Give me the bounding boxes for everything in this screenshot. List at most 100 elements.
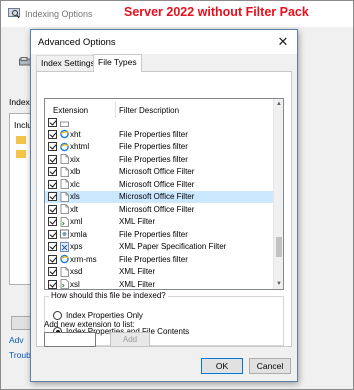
- list-item[interactable]: [45, 118, 273, 128]
- xml-icon: [60, 279, 69, 289]
- list-item[interactable]: xml XML Filter: [45, 216, 273, 229]
- xml-icon: [60, 216, 69, 227]
- advanced-options-dialog: Advanced Options ✕ Index Settings File T…: [30, 29, 298, 382]
- indexing-options-icon: [8, 8, 20, 19]
- checkbox-checked[interactable]: [48, 254, 57, 264]
- file-icon: [60, 154, 69, 164]
- partial-icon: [60, 117, 69, 127]
- radio-button[interactable]: [53, 311, 62, 320]
- scroll-down-arrow-icon[interactable]: ▼: [274, 279, 283, 289]
- list-header: Extension Filter Description: [45, 99, 273, 121]
- filter-description-cell: XML Paper Specification Filter: [119, 242, 227, 251]
- extension-cell: xls: [70, 192, 80, 201]
- checkbox-checked[interactable]: [48, 242, 57, 251]
- list-item[interactable]: xps XML Paper Specification Filter: [45, 241, 273, 254]
- extension-cell: xsl: [70, 279, 80, 289]
- checkbox-checked[interactable]: [48, 142, 57, 151]
- radio-label: Index Properties Only: [66, 311, 143, 320]
- list-item[interactable]: xsd XML Filter: [45, 266, 273, 279]
- filter-description-cell: File Properties filter: [119, 229, 188, 239]
- checkbox-checked[interactable]: [48, 118, 57, 127]
- checkbox-checked[interactable]: [48, 154, 57, 164]
- file-icon: [60, 266, 69, 277]
- checkbox-checked[interactable]: [48, 204, 57, 214]
- checkbox-checked[interactable]: [48, 192, 57, 201]
- filter-description-cell: File Properties filter: [119, 154, 188, 164]
- filter-description-cell: Microsoft Office Filter: [119, 204, 195, 214]
- file-icon: [60, 204, 69, 214]
- dialog-titlebar: Advanced Options ✕: [31, 30, 297, 54]
- list-item[interactable]: xix File Properties filter: [45, 153, 273, 166]
- checkbox-checked[interactable]: [48, 267, 57, 276]
- filter-description-cell: File Properties filter: [119, 142, 188, 151]
- add-extension-input[interactable]: [44, 332, 96, 347]
- extension-cell: xrm-ms: [70, 254, 97, 264]
- filter-description-cell: Microsoft Office Filter: [119, 167, 195, 176]
- extension-cell: xlb: [70, 167, 81, 176]
- ie-icon: [60, 254, 69, 264]
- list-item[interactable]: xsl XML Filter: [45, 278, 273, 289]
- checkbox-checked[interactable]: [48, 167, 57, 176]
- folder-icon: [16, 150, 26, 158]
- add-extension-label: Add new extension to list:: [44, 320, 135, 329]
- checkbox-checked[interactable]: [48, 217, 57, 226]
- checkbox-checked[interactable]: [48, 129, 57, 139]
- checkbox-checked[interactable]: [48, 229, 57, 239]
- cancel-button[interactable]: Cancel: [249, 358, 291, 374]
- scrollbar-thumb[interactable]: [276, 237, 282, 257]
- file-icon: [60, 166, 69, 177]
- close-icon[interactable]: ✕: [275, 34, 291, 50]
- filter-description-cell: XML Filter: [119, 279, 156, 289]
- extension-cell: xlc: [70, 179, 80, 189]
- column-header-extension[interactable]: Extension: [53, 106, 88, 115]
- extension-cell: xml: [70, 217, 83, 226]
- scroll-up-arrow-icon[interactable]: ▲: [274, 99, 283, 109]
- ie-icon: [60, 129, 69, 139]
- extension-cell: xmla: [70, 229, 87, 239]
- index-these-locations-label: Index: [9, 97, 30, 107]
- xmla-icon: [60, 229, 69, 239]
- index-method-label: How should this file be indexed?: [49, 291, 168, 300]
- extension-cell: xsd: [70, 267, 83, 276]
- annotation-overlay-text: Server 2022 without Filter Pack: [124, 5, 309, 19]
- troubleshoot-link[interactable]: Troub: [9, 350, 31, 360]
- filter-description-cell: XML Filter: [119, 267, 156, 276]
- list-item[interactable]: xls Microsoft Office Filter: [45, 190, 273, 203]
- tab-file-types[interactable]: File Types: [93, 54, 142, 72]
- list-item[interactable]: xhtml File Properties filter: [45, 141, 273, 154]
- folder-icon: [16, 136, 26, 144]
- list-item[interactable]: xmla File Properties filter: [45, 228, 273, 241]
- list-scrollbar[interactable]: ▲ ▼: [273, 99, 283, 289]
- tab-index-settings[interactable]: Index Settings: [36, 55, 100, 71]
- add-button[interactable]: Add: [110, 332, 150, 347]
- list-item[interactable]: xlc Microsoft Office Filter: [45, 178, 273, 191]
- file-icon: [60, 179, 69, 189]
- file-types-rows: xht File Properties filter xhtml File Prope…: [45, 118, 273, 289]
- filter-description-cell: File Properties filter: [119, 129, 188, 139]
- ok-button[interactable]: OK: [201, 358, 243, 374]
- file-icon: [60, 191, 69, 202]
- ie-icon: [60, 142, 69, 152]
- list-item[interactable]: xlb Microsoft Office Filter: [45, 166, 273, 179]
- column-header-filter-description[interactable]: Filter Description: [119, 106, 179, 115]
- dialog-title: Advanced Options: [38, 37, 116, 48]
- list-item[interactable]: xrm-ms File Properties filter: [45, 253, 273, 266]
- extension-cell: xps: [70, 242, 83, 251]
- indexing-options-title: Indexing Options: [25, 9, 93, 19]
- advanced-link[interactable]: Adv: [9, 335, 24, 345]
- checkbox-checked[interactable]: [48, 279, 57, 289]
- file-types-list[interactable]: Extension Filter Description xht File Pro…: [44, 98, 284, 290]
- extension-cell: xht: [70, 129, 81, 139]
- list-item[interactable]: xlt Microsoft Office Filter: [45, 203, 273, 216]
- extension-cell: xhtml: [70, 142, 90, 151]
- filter-description-cell: Microsoft Office Filter: [119, 192, 195, 201]
- extension-cell: xix: [70, 154, 80, 164]
- checkbox-checked[interactable]: [48, 179, 57, 189]
- file-types-panel: Extension Filter Description xht File Pro…: [36, 71, 292, 347]
- extension-cell: xlt: [70, 204, 78, 214]
- column-separator: [115, 102, 116, 118]
- filter-description-cell: XML Filter: [119, 217, 156, 226]
- filter-description-cell: Microsoft Office Filter: [119, 179, 195, 189]
- filter-description-cell: File Properties filter: [119, 254, 188, 264]
- list-item[interactable]: xht File Properties filter: [45, 128, 273, 141]
